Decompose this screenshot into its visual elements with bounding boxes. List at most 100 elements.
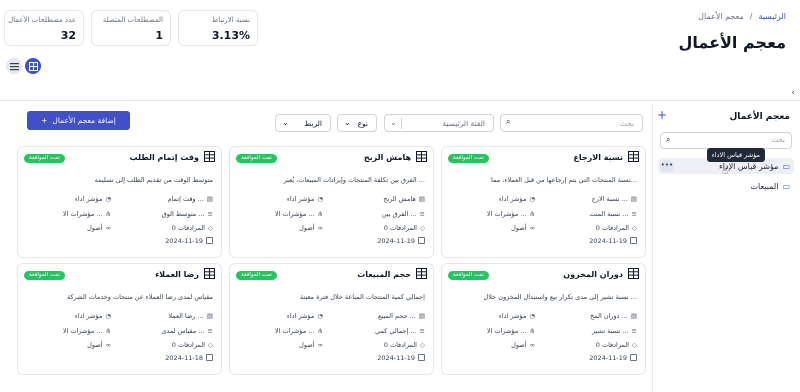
glossary-card[interactable]: تمت الموافقة حجم المبيعات إجمالي كمية المن… xyxy=(229,263,434,375)
card-field: ◔ مؤشر اداء xyxy=(287,195,323,203)
card-name-short: نسبة الارج ... xyxy=(591,195,628,203)
card-field: ◇ 0 المرادفات xyxy=(172,341,213,349)
collapse-chevron-icon[interactable]: ‹ xyxy=(791,88,795,98)
card-field: ≡ متوسط الوق ... xyxy=(162,210,213,218)
sidebar-search-placeholder: بحث xyxy=(771,136,785,144)
card-description: مقياس لمدى رضا العملاء عن منتجات وخدمات … xyxy=(66,293,213,301)
card-title[interactable]: رضا العملاء xyxy=(155,270,199,279)
card-synonyms: 0 المرادفات xyxy=(383,341,417,349)
card-field: ◔ مؤشر اداء xyxy=(499,195,535,203)
card-title[interactable]: دوران المخزون xyxy=(563,270,623,279)
card-title[interactable]: وقت إتمام الطلب xyxy=(130,153,200,162)
search-input[interactable]: بحث ⌕ xyxy=(500,114,643,132)
sidebar-title: معجم الأعمال xyxy=(729,112,791,122)
document-icon: ▤ xyxy=(630,195,637,203)
link-dropdown[interactable]: الربط ⌄ xyxy=(275,114,331,132)
sidebar-search-input[interactable]: بحث ⌕ xyxy=(660,132,792,149)
card-field: ≡ إجمالي كمي ... xyxy=(375,327,425,335)
card-field: ≡ نسبة المنت ... xyxy=(589,210,637,218)
tag-icon: ◇ xyxy=(208,224,213,232)
card-origin: أصول xyxy=(299,224,315,232)
card-name-short: هامش الربح xyxy=(383,195,416,203)
card-field: ≡ الفرق بين ... xyxy=(382,210,425,218)
gauge-icon: ◔ xyxy=(317,312,323,320)
glossary-card[interactable]: تمت الموافقة رضا العملاء مقياس لمدى رضا ال… xyxy=(17,263,222,375)
more-options-icon[interactable]: ••• xyxy=(660,160,674,172)
stat-value: 3.13% xyxy=(211,29,250,42)
card-name-short: وقت إتمام ... xyxy=(167,195,204,203)
link-icon: ∞ xyxy=(105,224,111,232)
card-link: مؤشرات الا ... xyxy=(486,327,527,335)
tag-icon: ◇ xyxy=(208,341,213,349)
card-field: ◇ 0 المرادفات xyxy=(384,224,425,232)
glossary-card[interactable]: تمت الموافقة هامش الربح الفرق بين تكلفة ال… xyxy=(229,146,434,258)
card-field: ⋔ مؤشرات الا ... xyxy=(275,327,323,335)
card-type: مؤشر اداء xyxy=(498,312,527,320)
tag-icon: ◇ xyxy=(632,341,637,349)
add-glossary-button[interactable]: + إضافة معجم الأعمال xyxy=(27,111,130,130)
card-description: إجمالي كمية المنتجات المباعة خلال فترة م… xyxy=(300,293,425,301)
stat-value: 1 xyxy=(155,29,163,42)
card-field: ▤ رضا العملا ... xyxy=(168,312,213,320)
card-field: ◇ 0 المرادفات xyxy=(596,224,637,232)
card-field: ∞ أصول xyxy=(299,341,323,349)
list-view-button[interactable] xyxy=(6,58,22,74)
document-icon: ▤ xyxy=(418,312,425,320)
card-title[interactable]: حجم المبيعات xyxy=(357,270,411,279)
card-type: مؤشر اداء xyxy=(74,195,103,203)
card-field: ▤ دوران المخ ... xyxy=(590,312,637,320)
card-description: نسبة تشير إلى مدى تكرار بيع واستبدال الم… xyxy=(483,293,637,301)
tag-icon: ◇ xyxy=(420,224,425,232)
category-select[interactable]: الفئة الرئيسية ⌄ xyxy=(384,114,494,132)
card-abbr: نسبة المنت ... xyxy=(589,210,629,218)
calendar-icon xyxy=(630,354,637,361)
gauge-icon: ◔ xyxy=(317,195,323,203)
gauge-icon: ◔ xyxy=(529,312,535,320)
grid-icon xyxy=(28,61,38,71)
card-date-field: 2024-11-19 xyxy=(377,237,425,245)
breadcrumb-separator: / xyxy=(749,12,753,21)
card-abbr: متوسط الوق ... xyxy=(161,210,205,218)
card-origin: أصول xyxy=(87,224,103,232)
grid-view-button[interactable] xyxy=(25,58,41,74)
list-icon: ≡ xyxy=(631,327,637,335)
add-button-label: إضافة معجم الأعمال xyxy=(52,116,116,125)
status-badge: تمت الموافقة xyxy=(24,271,65,280)
card-date-field: 2024-11-19 xyxy=(589,237,637,245)
breadcrumb-home-link[interactable]: الرئيسية xyxy=(758,12,786,21)
gauge-icon: ◔ xyxy=(529,195,535,203)
add-folder-icon[interactable]: + xyxy=(657,108,667,122)
card-abbr: مقياس لمدى ... xyxy=(161,327,205,335)
card-type: مؤشر اداء xyxy=(498,195,527,203)
type-dropdown[interactable]: نوع ⌄ xyxy=(337,114,377,132)
stat-label: عدد مصطلحات الأعمال xyxy=(8,16,76,24)
pointer-cursor-icon: ☝ xyxy=(721,166,728,177)
card-title[interactable]: نسبة الارجاع xyxy=(573,153,623,162)
glossary-card[interactable]: تمت الموافقة وقت إتمام الطلب متوسط الوقت م… xyxy=(17,146,222,258)
document-icon: ▤ xyxy=(206,195,213,203)
document-icon: ▤ xyxy=(418,195,425,203)
sidebar-item-sales[interactable]: ▭ المبيعات xyxy=(658,178,794,194)
breadcrumb-current: معجم الأعمال xyxy=(698,12,744,21)
card-date-field: 2024-11-19 xyxy=(589,354,637,362)
tree-icon: ⋔ xyxy=(529,210,535,218)
card-field: ⋔ مؤشرات الا ... xyxy=(63,327,111,335)
card-date: 2024-11-19 xyxy=(377,237,415,245)
plus-icon: + xyxy=(41,116,48,125)
calendar-icon xyxy=(418,354,425,361)
tree-icon: ⋔ xyxy=(317,210,323,218)
card-field: ⋔ مؤشرات الا ... xyxy=(487,210,535,218)
card-title[interactable]: هامش الربح xyxy=(364,153,411,162)
card-field: ≡ نسبة تشير ... xyxy=(592,327,637,335)
card-field: ▤ حجم المبيع ... xyxy=(378,312,425,320)
link-icon: ∞ xyxy=(317,224,323,232)
card-description: متوسط الوقت من تقديم الطلب إلى تسليمه xyxy=(94,176,213,184)
view-toggle xyxy=(6,58,41,74)
chevron-down-icon: ⌄ xyxy=(282,118,289,127)
card-abbr: الفرق بين ... xyxy=(381,210,417,218)
glossary-card[interactable]: تمت الموافقة نسبة الارجاع نسبة المنتجات ال… xyxy=(441,146,646,258)
glossary-card[interactable]: تمت الموافقة دوران المخزون نسبة تشير إلى م… xyxy=(441,263,646,375)
chevron-down-icon: ⌄ xyxy=(344,118,351,127)
card-field: ▤ هامش الربح xyxy=(383,195,425,203)
card-name-short: دوران المخ ... xyxy=(590,312,628,320)
